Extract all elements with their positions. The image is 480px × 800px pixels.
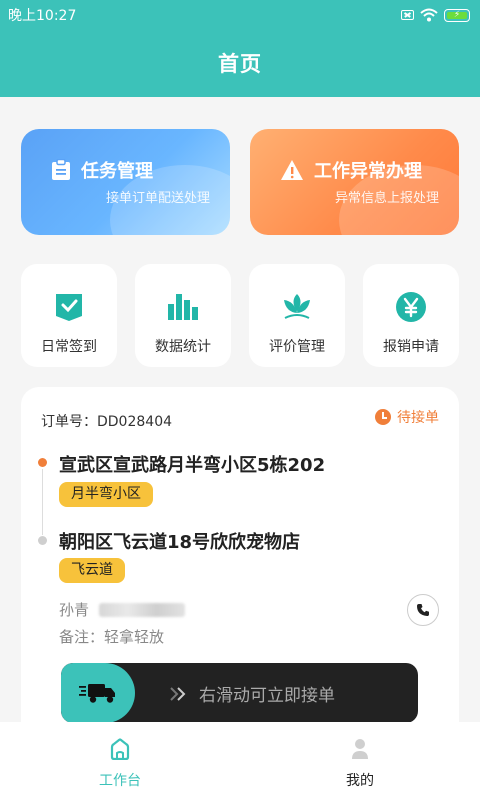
app-header: 晚上10:27 ⚡ 首页	[0, 0, 480, 97]
task-card-title: 任务管理	[81, 161, 153, 182]
shortcut-grid: 日常签到 数据统计 评价管理 报销申请	[21, 264, 459, 367]
warning-icon	[281, 160, 303, 180]
order-number: 订单号：DD028404	[41, 414, 173, 430]
tab-mine[interactable]: 我的	[240, 722, 480, 800]
customer-info: 孙青	[59, 599, 186, 620]
shortcut-reimbursement[interactable]: 报销申请	[363, 264, 459, 367]
battery-icon: ⚡	[444, 8, 470, 22]
accept-order-slider[interactable]: 右滑动可立即接单	[61, 663, 418, 723]
bottom-tab-bar: 工作台 我的	[0, 722, 480, 800]
clock-icon	[375, 409, 391, 425]
slider-hint: 右滑动可立即接单	[169, 681, 335, 706]
status-time: 晚上10:27	[8, 8, 77, 24]
pickup-tag: 月半弯小区	[59, 482, 153, 507]
work-exception-card[interactable]: 工作异常办理 异常信息上报处理	[250, 129, 459, 235]
order-note: 备注：轻拿轻放	[59, 628, 165, 646]
exception-card-subtitle: 异常信息上报处理	[334, 191, 439, 206]
exception-card-title: 工作异常办理	[314, 161, 422, 182]
bar-chart-icon	[168, 294, 198, 320]
lotus-icon	[284, 294, 310, 319]
tab-workbench[interactable]: 工作台	[0, 722, 240, 800]
checkin-icon	[56, 294, 82, 321]
task-management-card[interactable]: 任务管理 接单订单配送处理	[21, 129, 230, 235]
phone-icon	[417, 604, 429, 616]
delivery-address: 朝阳区飞云道18号欣欣宠物店	[59, 532, 301, 553]
yen-icon	[396, 292, 426, 322]
shortcut-label: 数据统计	[155, 339, 211, 355]
home-icon	[110, 738, 130, 760]
delivery-dot	[38, 536, 47, 545]
shortcut-statistics[interactable]: 数据统计	[135, 264, 231, 367]
wifi-icon	[420, 8, 438, 22]
shortcut-label: 评价管理	[269, 339, 325, 355]
order-status-label: 待接单	[397, 410, 439, 426]
customer-name: 孙青	[59, 601, 90, 619]
order-status: 待接单	[375, 407, 439, 427]
chevron-right-icon	[170, 686, 186, 701]
status-icons: ⚡	[401, 8, 470, 22]
shortcut-daily-checkin[interactable]: 日常签到	[21, 264, 117, 367]
user-icon	[352, 739, 368, 759]
call-button[interactable]	[407, 594, 439, 626]
pickup-dot	[38, 458, 47, 467]
task-card-subtitle: 接单订单配送处理	[105, 191, 210, 206]
shortcut-reviews[interactable]: 评价管理	[249, 264, 345, 367]
truck-icon	[79, 684, 115, 703]
customer-phone-blurred	[99, 602, 186, 617]
page-title: 首页	[218, 52, 262, 76]
tab-label: 工作台	[99, 773, 141, 789]
slider-handle[interactable]	[61, 663, 135, 723]
route-line	[42, 469, 43, 535]
slider-hint-text: 右滑动可立即接单	[199, 686, 335, 706]
delivery-tag: 飞云道	[59, 558, 125, 583]
shortcut-label: 日常签到	[41, 339, 97, 355]
tab-label: 我的	[346, 773, 374, 789]
pickup-address: 宣武区宣武路月半弯小区5栋202	[59, 455, 326, 476]
notification-icon	[401, 10, 414, 20]
shortcut-label: 报销申请	[383, 339, 439, 355]
clipboard-icon	[52, 159, 70, 180]
status-bar: 晚上10:27 ⚡	[0, 0, 480, 30]
